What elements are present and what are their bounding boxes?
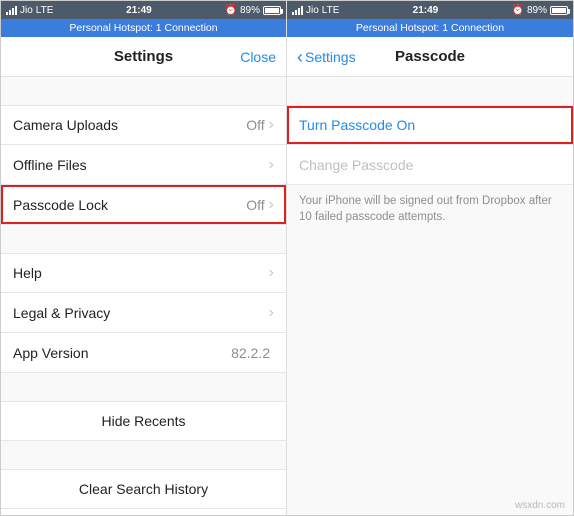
nav-bar: ‹ Settings Passcode: [287, 37, 573, 77]
row-app-version: App Version 82.2.2: [1, 333, 286, 373]
network-label: LTE: [322, 5, 340, 16]
change-passcode-label: Change Passcode: [299, 157, 561, 173]
passcode-lock-value: Off: [246, 197, 264, 213]
nav-bar: Settings Close: [1, 37, 286, 77]
camera-uploads-value: Off: [246, 117, 264, 133]
settings-pane: Jio LTE 21:49 ⏰ 89% Personal Hotspot: 1 …: [1, 1, 287, 515]
status-time: 21:49: [53, 5, 224, 16]
network-label: LTE: [36, 5, 54, 16]
hide-recents-label: Hide Recents: [101, 413, 185, 429]
chevron-left-icon: ‹: [297, 48, 303, 66]
settings-content: Camera Uploads Off › Offline Files › Pas…: [1, 77, 286, 515]
chevron-right-icon: ›: [269, 156, 274, 174]
passcode-lock-label: Passcode Lock: [13, 197, 246, 213]
carrier-label: Jio: [20, 5, 33, 16]
clear-search-label: Clear Search History: [79, 481, 208, 497]
camera-uploads-label: Camera Uploads: [13, 117, 246, 133]
turn-passcode-on-label: Turn Passcode On: [299, 117, 561, 133]
hotspot-banner[interactable]: Personal Hotspot: 1 Connection: [287, 19, 573, 37]
offline-files-label: Offline Files: [13, 157, 269, 173]
chevron-right-icon: ›: [269, 264, 274, 282]
row-help[interactable]: Help ›: [1, 253, 286, 293]
chevron-right-icon: ›: [269, 304, 274, 322]
close-button[interactable]: Close: [240, 49, 276, 65]
hide-recents-button[interactable]: Hide Recents: [1, 401, 286, 441]
carrier-label: Jio: [306, 5, 319, 16]
status-time: 21:49: [339, 5, 511, 16]
row-legal-privacy[interactable]: Legal & Privacy ›: [1, 293, 286, 333]
clear-search-history-button[interactable]: Clear Search History: [1, 469, 286, 509]
passcode-pane: Jio LTE 21:49 ⏰ 89% Personal Hotspot: 1 …: [287, 1, 573, 515]
change-passcode-button: Change Passcode: [287, 145, 573, 185]
help-label: Help: [13, 265, 269, 281]
signal-icon: [292, 6, 303, 15]
battery-percent: 89%: [527, 5, 547, 16]
battery-percent: 89%: [240, 5, 260, 16]
status-bar: Jio LTE 21:49 ⏰ 89%: [1, 1, 286, 19]
passcode-warning-note: Your iPhone will be signed out from Drop…: [287, 185, 573, 225]
legal-privacy-label: Legal & Privacy: [13, 305, 269, 321]
battery-icon: [263, 6, 281, 15]
clear-cache-button[interactable]: Clear Cache: [1, 509, 286, 515]
watermark: wsxdn.com: [515, 500, 565, 511]
alarm-icon: ⏰: [512, 5, 524, 16]
app-version-label: App Version: [13, 345, 231, 361]
row-offline-files[interactable]: Offline Files ›: [1, 145, 286, 185]
turn-passcode-on-button[interactable]: Turn Passcode On: [287, 105, 573, 145]
back-button[interactable]: ‹ Settings: [297, 48, 356, 66]
row-camera-uploads[interactable]: Camera Uploads Off ›: [1, 105, 286, 145]
back-label: Settings: [305, 49, 356, 65]
row-passcode-lock[interactable]: Passcode Lock Off ›: [1, 185, 286, 225]
chevron-right-icon: ›: [269, 196, 274, 214]
status-bar: Jio LTE 21:49 ⏰ 89%: [287, 1, 573, 19]
battery-icon: [550, 6, 568, 15]
alarm-icon: ⏰: [225, 5, 237, 16]
hotspot-banner[interactable]: Personal Hotspot: 1 Connection: [1, 19, 286, 37]
signal-icon: [6, 6, 17, 15]
passcode-content: Turn Passcode On Change Passcode Your iP…: [287, 77, 573, 515]
chevron-right-icon: ›: [269, 116, 274, 134]
app-version-value: 82.2.2: [231, 345, 270, 361]
